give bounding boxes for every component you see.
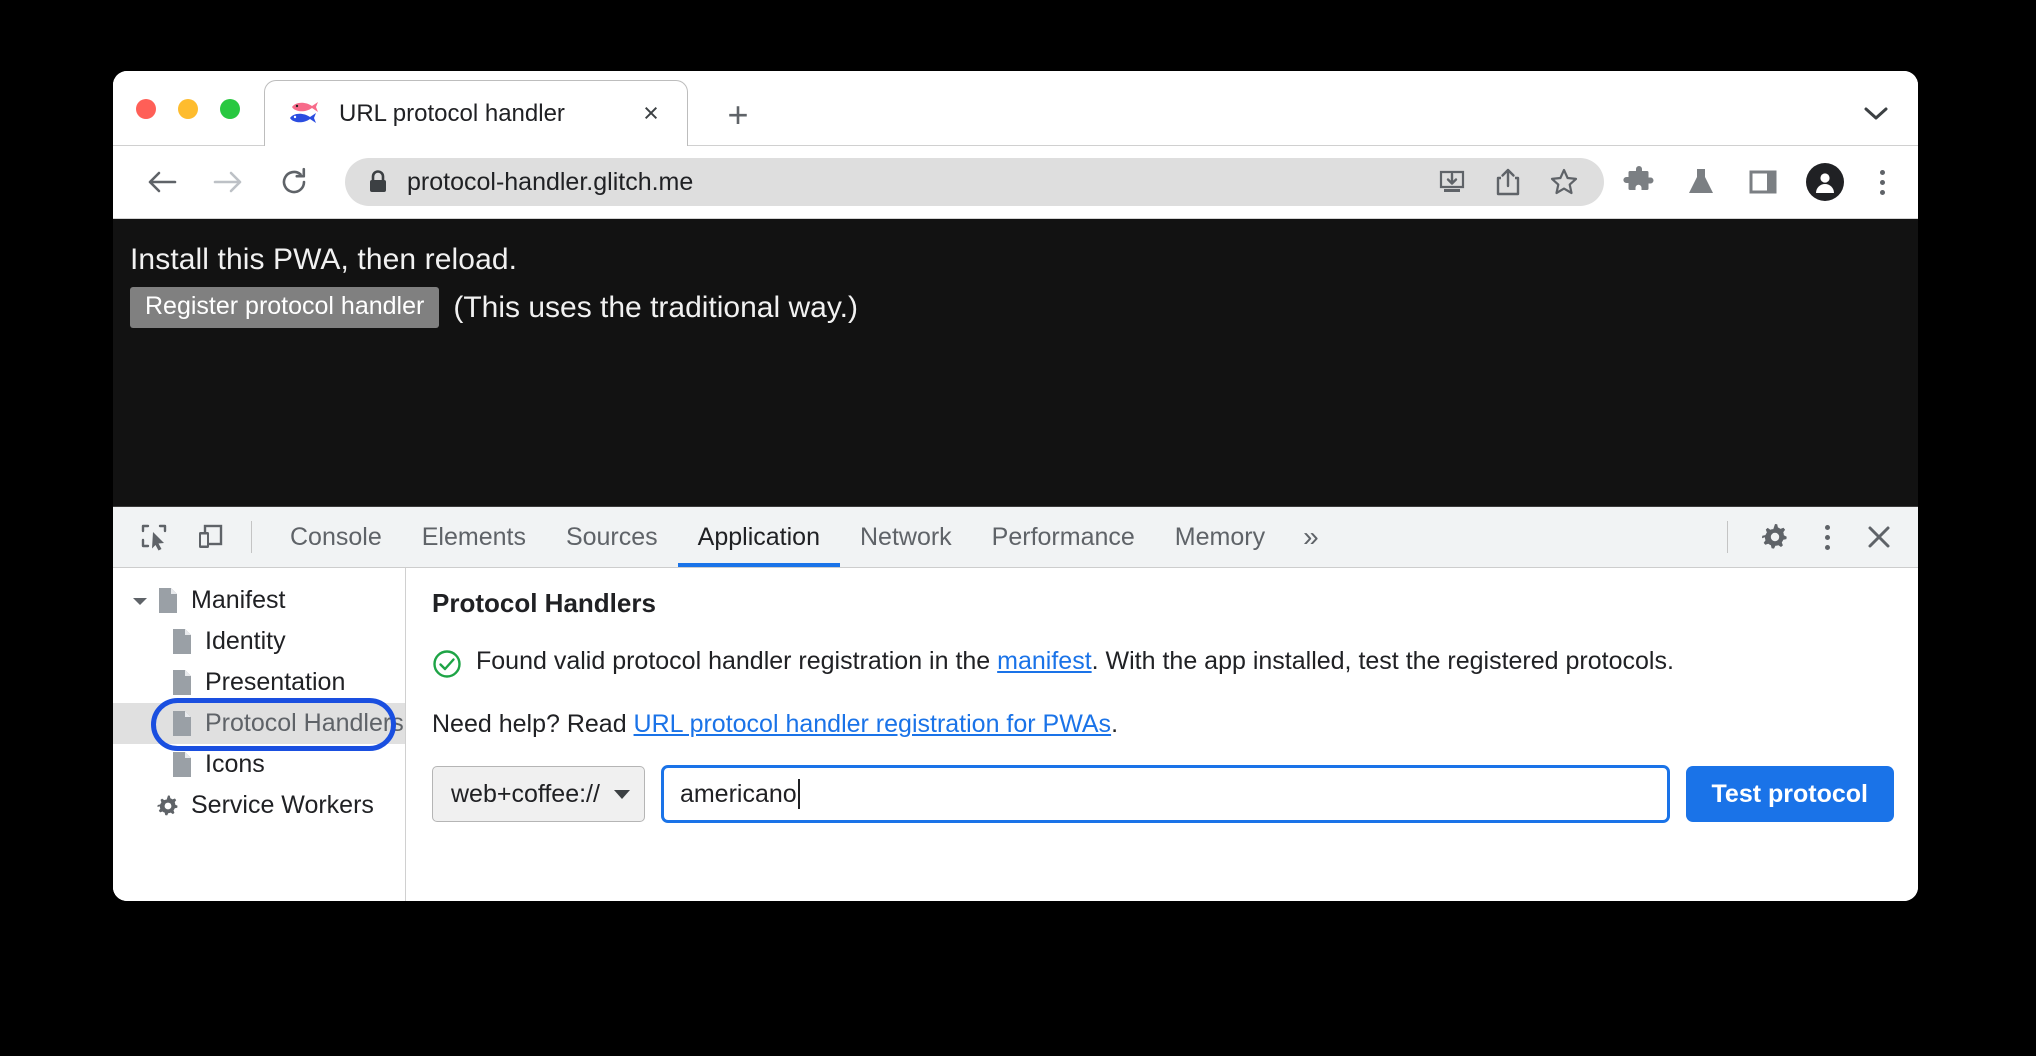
expand-triangle-icon[interactable]	[127, 594, 153, 608]
status-suffix: . With the app installed, test the regis…	[1091, 647, 1674, 675]
devtools-panel: Console Elements Sources Application Net…	[113, 506, 1918, 901]
devtools-tabbar-actions	[1709, 514, 1918, 560]
tab-application[interactable]: Application	[677, 507, 841, 567]
sidebar-item-label: Identity	[205, 627, 286, 655]
check-circle-icon	[432, 649, 462, 684]
text-cursor	[797, 779, 800, 809]
sidebar-item-presentation[interactable]: Presentation	[113, 662, 405, 703]
install-pwa-icon[interactable]	[1434, 164, 1470, 200]
tab-title: URL protocol handler	[339, 99, 565, 127]
tab-sources[interactable]: Sources	[546, 507, 678, 567]
tab-console[interactable]: Console	[270, 507, 402, 567]
close-window-button[interactable]	[136, 99, 156, 119]
test-protocol-form: web+coffee:// americano Test protocol	[432, 765, 1894, 823]
help-prefix: Need help? Read	[432, 710, 634, 738]
bookmark-star-icon[interactable]	[1546, 164, 1582, 200]
minimize-window-button[interactable]	[178, 99, 198, 119]
page-viewport: Install this PWA, then reload. Register …	[113, 219, 1918, 506]
devtools-tabs: Console Elements Sources Application Net…	[270, 507, 1337, 567]
browser-menu-icon[interactable]	[1868, 169, 1896, 195]
sidebar-item-label: Presentation	[205, 668, 346, 696]
lock-icon	[367, 169, 389, 195]
page-action-row: Register protocol handler (This uses the…	[130, 287, 1918, 328]
tab-strip: URL protocol handler × +	[113, 71, 1918, 146]
divider	[251, 521, 252, 553]
browser-window: URL protocol handler × + protocol-handle…	[113, 71, 1918, 901]
devtools-body: Manifest Identity Presentation Protocol …	[113, 568, 1918, 901]
status-message: Found valid protocol handler registratio…	[432, 645, 1894, 684]
protocol-handlers-panel: Protocol Handlers Found valid protocol h…	[406, 568, 1918, 901]
sidebar-item-label: Manifest	[191, 586, 286, 614]
divider	[1727, 521, 1728, 553]
window-controls	[136, 99, 240, 119]
document-icon	[167, 669, 197, 696]
close-icon[interactable]	[1856, 514, 1902, 560]
two-fish-icon	[287, 99, 321, 129]
address-bar[interactable]: protocol-handler.glitch.me	[345, 158, 1604, 206]
scheme-select-value: web+coffee://	[451, 779, 600, 808]
sidebar-item-label: Protocol Handlers	[205, 709, 404, 737]
toolbar-actions	[1620, 163, 1896, 201]
protocol-path-value: americano	[679, 779, 797, 808]
reload-icon[interactable]	[267, 155, 321, 209]
gear-icon	[153, 793, 183, 819]
page-note: (This uses the traditional way.)	[453, 290, 858, 324]
sidebar-item-label: Service Workers	[191, 791, 374, 819]
sidebar-item-protocol-handlers[interactable]: Protocol Handlers	[113, 703, 405, 744]
extensions-puzzle-icon[interactable]	[1620, 163, 1658, 201]
devtools-tab-bar: Console Elements Sources Application Net…	[113, 507, 1918, 568]
browser-tab[interactable]: URL protocol handler ×	[264, 80, 688, 146]
document-icon	[167, 628, 197, 655]
test-protocol-button[interactable]: Test protocol	[1685, 766, 1894, 822]
gear-icon[interactable]	[1752, 514, 1798, 560]
sidebar-item-label: Icons	[205, 750, 265, 778]
new-tab-button[interactable]: +	[715, 93, 761, 137]
manifest-link[interactable]: manifest	[997, 647, 1091, 675]
inspect-element-icon[interactable]	[131, 514, 177, 560]
device-toolbar-icon[interactable]	[187, 514, 233, 560]
omnibox-actions	[1434, 164, 1592, 200]
page-title: Protocol Handlers	[432, 588, 656, 618]
tab-network[interactable]: Network	[840, 507, 972, 567]
profile-avatar-icon[interactable]	[1806, 163, 1844, 201]
sidebar-item-identity[interactable]: Identity	[113, 621, 405, 662]
tab-close-button[interactable]: ×	[631, 94, 671, 134]
sidebar-item-service-workers[interactable]: Service Workers	[113, 785, 405, 826]
tab-elements[interactable]: Elements	[402, 507, 546, 567]
sidebar-item-icons[interactable]: Icons	[113, 744, 405, 785]
url-text[interactable]: protocol-handler.glitch.me	[407, 168, 1434, 197]
tab-memory[interactable]: Memory	[1155, 507, 1285, 567]
document-icon	[167, 710, 197, 737]
experiments-flask-icon[interactable]	[1682, 163, 1720, 201]
application-sidebar: Manifest Identity Presentation Protocol …	[113, 568, 406, 901]
side-panel-icon[interactable]	[1744, 163, 1782, 201]
screen: URL protocol handler × + protocol-handle…	[0, 0, 2036, 1056]
sidebar-item-manifest[interactable]: Manifest	[113, 580, 405, 621]
status-prefix: Found valid protocol handler registratio…	[476, 647, 998, 675]
devtools-menu-icon[interactable]	[1804, 514, 1850, 560]
page-heading: Install this PWA, then reload.	[130, 243, 518, 276]
scheme-select[interactable]: web+coffee://	[432, 766, 645, 822]
forward-arrow-icon[interactable]	[201, 155, 255, 209]
pwa-docs-link[interactable]: URL protocol handler registration for PW…	[634, 710, 1112, 738]
help-message: Need help? Read URL protocol handler reg…	[432, 710, 1894, 739]
document-icon	[167, 751, 197, 778]
maximize-window-button[interactable]	[220, 99, 240, 119]
protocol-path-input[interactable]: americano	[660, 765, 1670, 823]
manifest-document-icon	[153, 587, 183, 614]
register-protocol-handler-button[interactable]: Register protocol handler	[130, 287, 440, 328]
chevron-down-icon[interactable]	[1856, 95, 1896, 131]
status-text: Found valid protocol handler registratio…	[476, 645, 1674, 678]
chevron-down-icon	[613, 789, 630, 799]
share-icon[interactable]	[1490, 164, 1526, 200]
help-suffix: .	[1111, 710, 1119, 738]
back-arrow-icon[interactable]	[135, 155, 189, 209]
more-tabs-button[interactable]: »	[1285, 507, 1337, 567]
tab-performance[interactable]: Performance	[972, 507, 1155, 567]
browser-toolbar: protocol-handler.glitch.me	[113, 146, 1918, 219]
